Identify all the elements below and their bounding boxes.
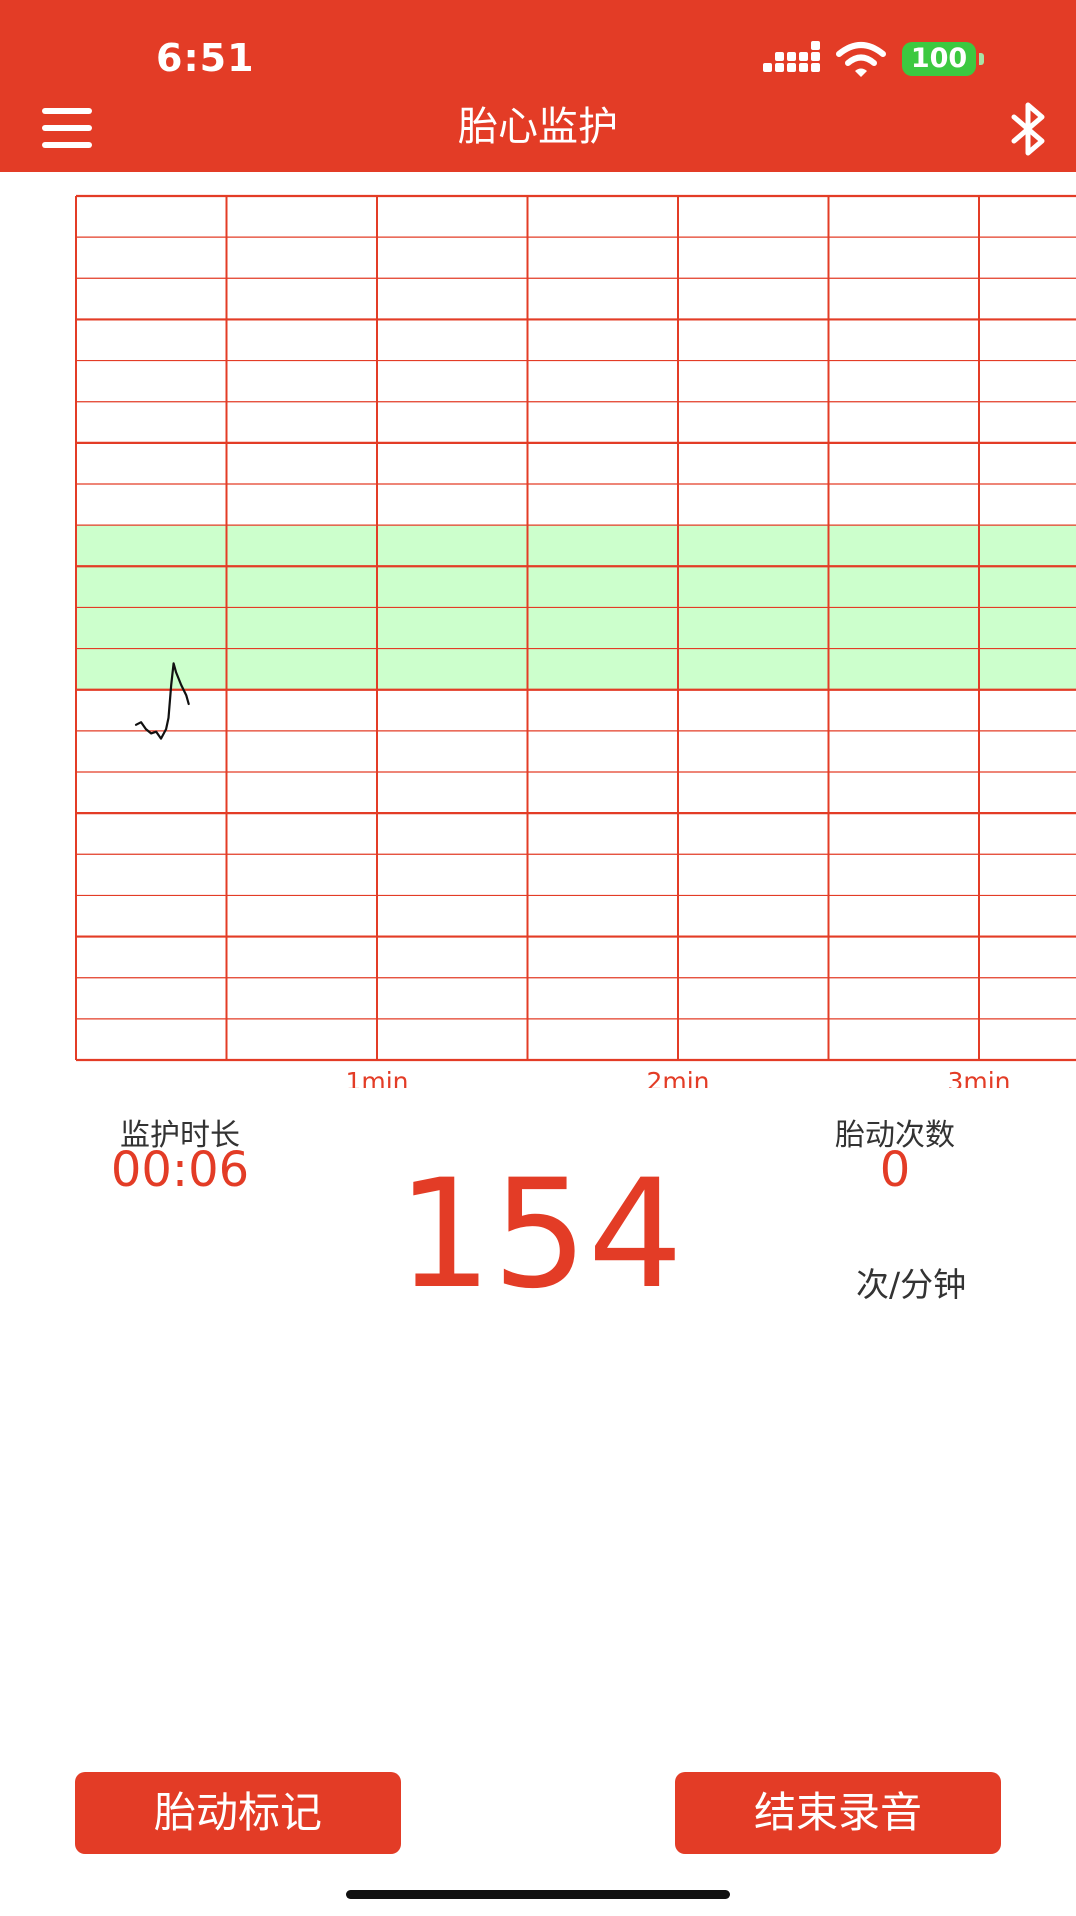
app-screen: 6:51 100 胎心监护 1min 2min 3min 监护时长 00:06 …	[0, 0, 1076, 1916]
fetal-movement-mark-button[interactable]: 胎动标记	[75, 1772, 401, 1854]
home-indicator	[346, 1890, 730, 1899]
top-bar: 6:51 100 胎心监护	[0, 0, 1076, 172]
heart-rate-value: 154	[396, 1148, 684, 1322]
fetal-heart-rate-chart: 1min 2min 3min	[75, 194, 1076, 1088]
battery-cap	[979, 53, 984, 65]
stop-recording-button[interactable]: 结束录音	[675, 1772, 1001, 1854]
page-title: 胎心监护	[458, 104, 618, 150]
battery-indicator: 100	[902, 42, 976, 76]
wifi-icon	[836, 42, 886, 77]
cellular-signal-icon	[763, 41, 821, 76]
heart-rate-unit: 次/分钟	[856, 1265, 967, 1304]
x-tick-label: 2min	[646, 1067, 709, 1088]
bluetooth-icon[interactable]	[1006, 101, 1054, 157]
fetal-movement-count: 0	[879, 1142, 911, 1198]
status-time: 6:51	[156, 36, 255, 80]
x-tick-label: 1min	[345, 1067, 408, 1088]
x-tick-label: 3min	[947, 1067, 1010, 1088]
duration-value: 00:06	[110, 1142, 250, 1198]
